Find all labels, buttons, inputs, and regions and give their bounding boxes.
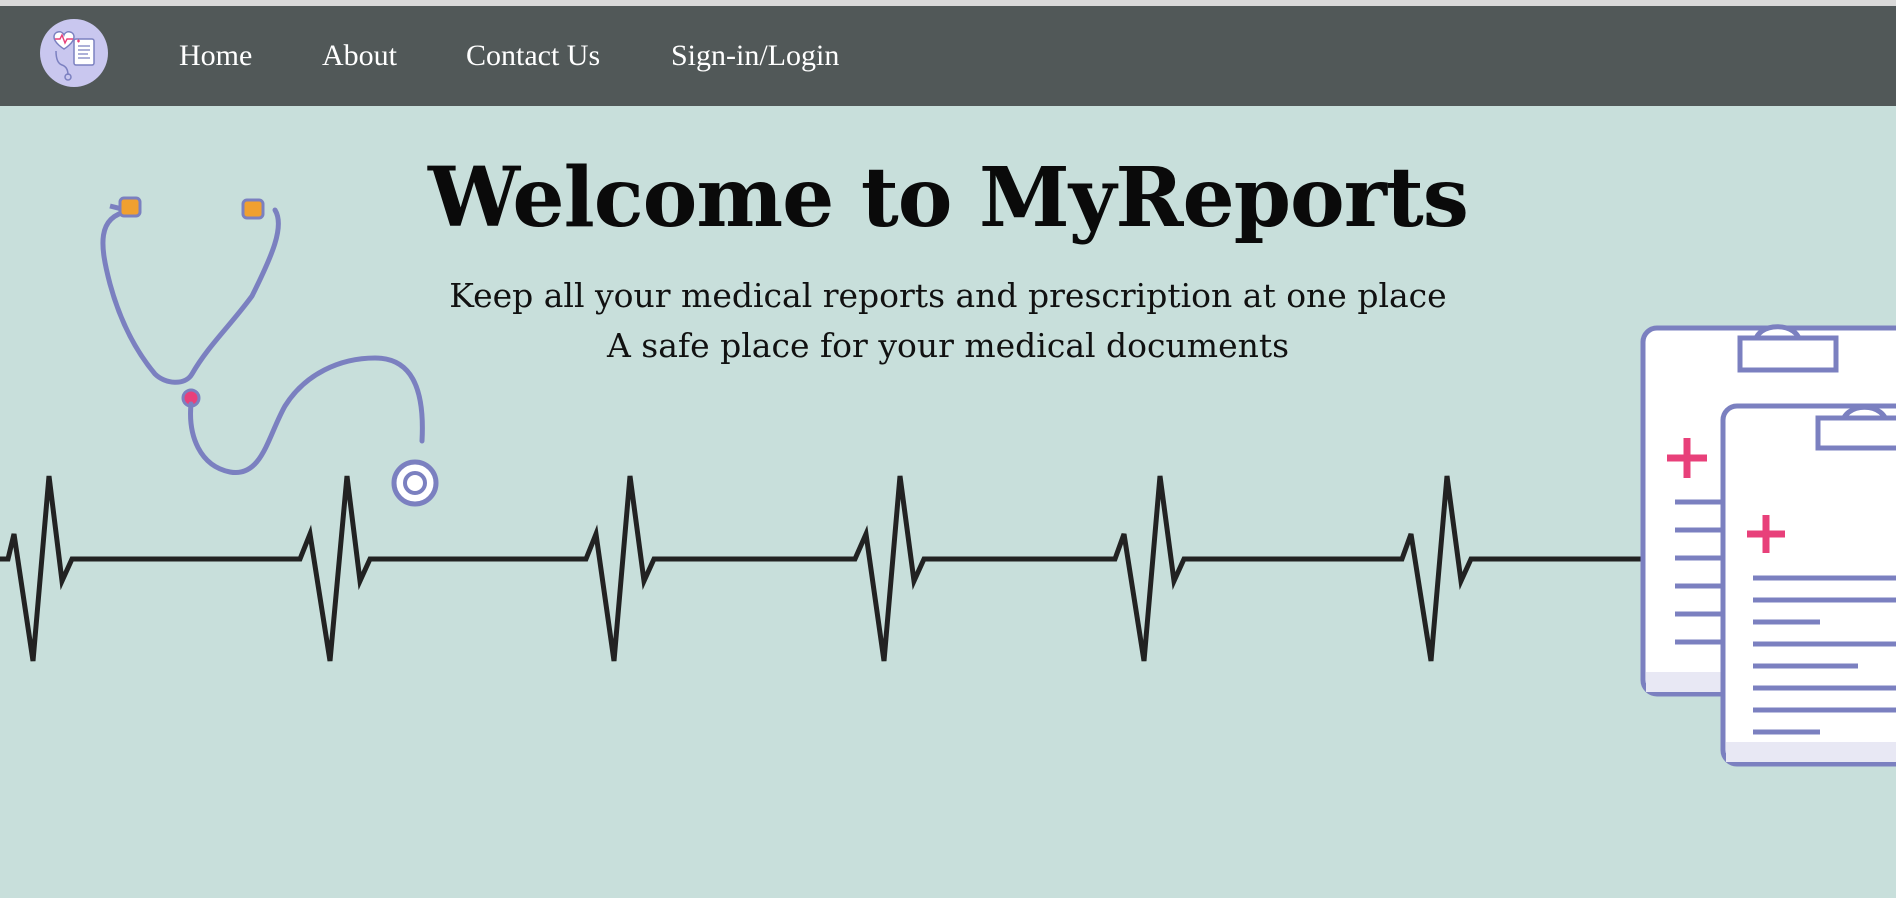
- nav-contact-us-link[interactable]: Contact Us: [466, 38, 600, 74]
- navbar: Home About Contact Us Sign-in/Login: [0, 6, 1896, 106]
- nav-about-link[interactable]: About: [322, 38, 397, 74]
- nav-home-link[interactable]: Home: [179, 38, 252, 74]
- nav-sign-in-login-link[interactable]: Sign-in/Login: [671, 38, 839, 74]
- clipboard-icon: [1640, 324, 1896, 767]
- hero-subtitle-line-2: A safe place for your medical documents: [606, 326, 1290, 365]
- hero-section: Welcome to MyReports Keep all your medic…: [0, 106, 1896, 898]
- hero-subtitle-line-1: Keep all your medical reports and prescr…: [449, 276, 1447, 315]
- hero-title: Welcome to MyReports: [428, 150, 1469, 246]
- heartbeat-line-icon: [0, 475, 1645, 662]
- medical-records-logo-icon[interactable]: [40, 19, 108, 87]
